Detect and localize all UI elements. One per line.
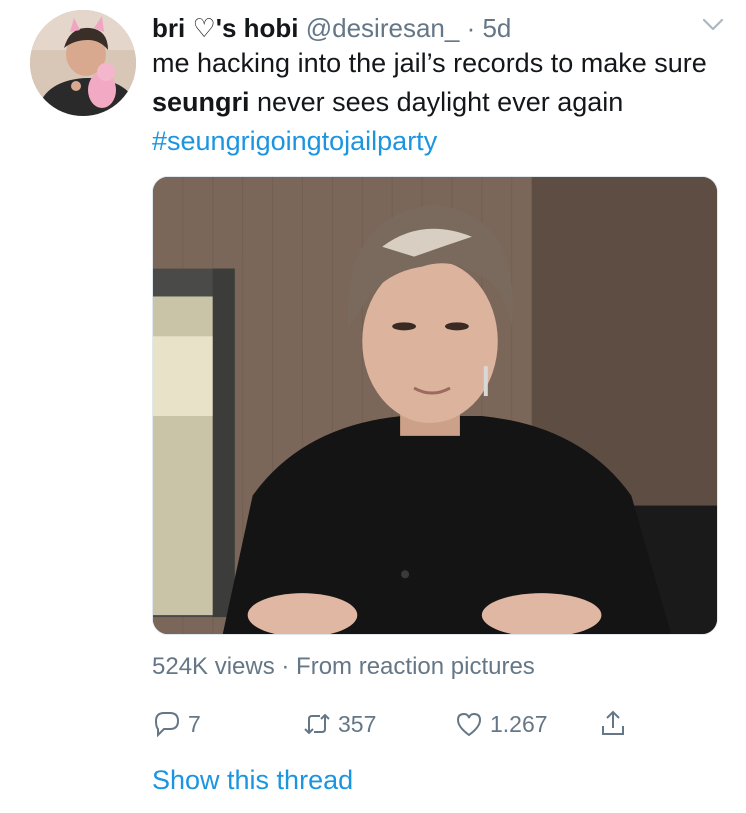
retweet-icon — [304, 713, 330, 735]
heart-icon — [456, 712, 482, 737]
reply-button[interactable]: 7 — [152, 704, 201, 744]
retweet-count: 357 — [338, 710, 377, 737]
reply-icon — [154, 712, 180, 738]
tweet: bri ♡'s hobi @desiresan_ · 5d me hacking… — [0, 0, 746, 813]
share-icon — [602, 710, 624, 735]
display-name[interactable]: bri ♡'s hobi — [152, 13, 299, 43]
avatar-image — [30, 10, 136, 116]
retweet-button[interactable]: 357 — [302, 704, 376, 744]
tweet-text-part2: never sees daylight ever again — [249, 87, 624, 117]
separator-dot: · — [466, 13, 476, 43]
hashtag-link[interactable]: #seungrigoingtojailparty — [152, 126, 437, 156]
tweet-text: me hacking into the jail’s records to ma… — [152, 44, 732, 161]
share-button[interactable] — [598, 704, 634, 744]
timestamp[interactable]: 5d — [482, 13, 511, 43]
avatar[interactable] — [30, 10, 136, 116]
like-button[interactable]: 1.267 — [454, 704, 548, 744]
like-count: 1.267 — [490, 710, 548, 737]
media-image — [153, 177, 717, 634]
chevron-down-icon[interactable] — [702, 18, 724, 32]
tweet-text-bold: seungri — [152, 87, 250, 117]
reply-count: 7 — [188, 710, 201, 737]
media-meta[interactable]: 524K views · From reaction pictures — [152, 651, 535, 683]
tweet-header: bri ♡'s hobi @desiresan_ · 5d — [152, 10, 726, 46]
tweet-media[interactable] — [152, 176, 718, 635]
show-thread-link[interactable]: Show this thread — [152, 762, 353, 798]
tweet-actions: 7 357 1.267 — [152, 704, 652, 744]
tweet-text-part1: me hacking into the jail’s records to ma… — [152, 48, 707, 78]
user-handle[interactable]: @desiresan_ — [306, 13, 460, 43]
